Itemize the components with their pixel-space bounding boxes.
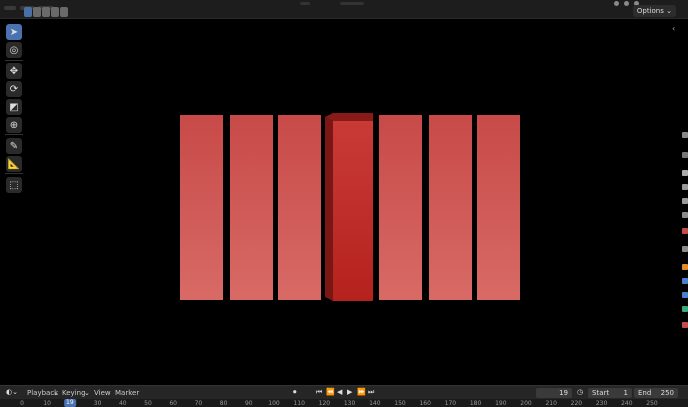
measure-tool[interactable]: 📐 [6, 156, 22, 172]
add-cube-tool[interactable]: ⬚ [6, 177, 22, 193]
start-label: Start [592, 389, 610, 397]
physics-tab-icon[interactable] [682, 306, 688, 312]
header-dropdown[interactable] [340, 2, 364, 5]
play-reverse-icon[interactable]: ◀ [337, 388, 342, 396]
chevron-down-icon: ⌄ [84, 389, 90, 397]
annotate-tool[interactable]: ✎ [6, 138, 22, 154]
select-mode-intersect-icon[interactable] [60, 7, 68, 17]
ruler-tick-label: 180 [469, 400, 482, 407]
select-mode-subtract-icon[interactable] [42, 7, 50, 17]
modifier-tab-icon[interactable] [682, 278, 688, 284]
scene-tab-icon[interactable] [682, 228, 688, 234]
header-dropdown[interactable] [300, 2, 310, 5]
bar-object-3[interactable] [278, 115, 321, 300]
ruler-tick-label: 40 [118, 400, 127, 407]
output-tab-icon[interactable] [682, 198, 688, 204]
ruler-tick-label: 10 [43, 400, 52, 407]
toolbar-separator [5, 134, 23, 135]
3d-viewport[interactable] [0, 18, 680, 385]
ruler-tick-label: 170 [444, 400, 457, 407]
shading-solid-icon[interactable] [614, 1, 619, 6]
keying-menu[interactable]: Keying [62, 389, 86, 397]
jump-to-start-icon[interactable]: ⏮ [316, 388, 322, 397]
timeline-header: ◐⌄ Playback ⌄ Keying ⌄ View Marker ⏺ ⏮ ⏪… [0, 385, 688, 400]
chevron-left-icon[interactable]: ‹ [672, 24, 675, 33]
ruler-tick-label: 160 [419, 400, 431, 407]
move-tool[interactable]: ✥ [6, 63, 22, 79]
bar-object-5[interactable] [379, 115, 422, 300]
material-tab-icon[interactable] [682, 322, 688, 328]
frame-ruler[interactable]: 0 10 19 30 40 50 60 70 80 90 100 110 120 130 140 150 160… [0, 399, 688, 407]
end-label: End [638, 389, 652, 397]
ruler-tick-label: 50 [144, 400, 152, 407]
ruler-tick-label: 230 [595, 400, 608, 407]
object-tab-icon[interactable] [682, 264, 688, 270]
record-icon[interactable]: ⏺ [293, 388, 297, 397]
ruler-tick-label: 100 [268, 400, 280, 407]
select-box-tool[interactable]: ➤ [6, 24, 22, 40]
ruler-tick-label: 250 [646, 400, 658, 407]
view-tab-icon[interactable] [682, 170, 688, 176]
bar-object-7[interactable] [477, 115, 520, 300]
ruler-tick-label: 120 [318, 400, 331, 407]
viewport-header: Options ⌄ [0, 0, 688, 19]
ruler-tick-label: 60 [169, 400, 178, 407]
start-frame-field[interactable]: Start 1 [588, 388, 632, 398]
render-tab-icon[interactable] [682, 184, 688, 190]
scale-tool[interactable]: ◩ [6, 99, 22, 115]
chevron-down-icon: ⌄ [53, 389, 59, 397]
world-tab-icon[interactable] [682, 246, 688, 252]
end-frame-field[interactable]: End 250 [634, 388, 678, 398]
ruler-tick-label: 90 [244, 400, 253, 407]
ruler-tick-label: 150 [394, 400, 406, 407]
bar-object-2[interactable] [230, 115, 273, 300]
shading-material-icon[interactable] [624, 1, 629, 6]
ruler-tick-label: 0 [20, 400, 24, 407]
ruler-tick-label: 190 [495, 400, 507, 407]
scene-canvas [180, 113, 520, 301]
bar-object-1[interactable] [180, 115, 223, 300]
end-value: 250 [660, 389, 674, 397]
ruler-tick-label: 80 [219, 400, 228, 407]
particles-tab-icon[interactable] [682, 292, 688, 298]
tool-tab-icon[interactable] [682, 152, 688, 158]
clock-icon[interactable]: ◷ [577, 388, 583, 396]
ruler-tick-label: 240 [621, 400, 633, 407]
ruler-tick-label: 30 [93, 400, 102, 407]
ruler-tick-label: 70 [194, 400, 203, 407]
options-label: Options [636, 7, 664, 15]
ruler-tick-label: 140 [369, 400, 381, 407]
chevron-down-icon: ⌄ [666, 7, 672, 15]
start-value: 1 [623, 389, 628, 397]
ruler-tick-label: 220 [570, 400, 583, 407]
item-tab-icon[interactable] [682, 132, 688, 138]
jump-to-keyframe-forward-icon[interactable]: ⏩ [357, 388, 366, 396]
current-frame-field[interactable]: 19 [536, 388, 572, 398]
jump-to-keyframe-back-icon[interactable]: ⏪ [326, 388, 335, 396]
play-icon[interactable]: ▶ [347, 388, 352, 396]
marker-menu[interactable]: Marker [115, 389, 139, 397]
view-layer-tab-icon[interactable] [682, 212, 688, 218]
ruler-tick-label: 110 [293, 400, 305, 407]
select-mode-invert-icon[interactable] [51, 7, 59, 17]
ruler-tick-label: 210 [545, 400, 557, 407]
header-menu-item[interactable] [4, 6, 16, 10]
bar-object-selected[interactable] [325, 113, 373, 301]
select-mode-new-icon[interactable] [24, 7, 32, 17]
toolbar-separator [5, 60, 23, 61]
options-dropdown[interactable]: Options ⌄ [632, 5, 676, 17]
ruler-tick-label: 200 [520, 400, 532, 407]
cursor-tool[interactable]: ◎ [6, 42, 22, 58]
ruler-tick-label: 130 [343, 400, 356, 407]
bar-object-6[interactable] [429, 115, 472, 300]
view-menu[interactable]: View [94, 389, 111, 397]
timeline-editor-type-icon[interactable]: ◐⌄ [6, 388, 18, 396]
jump-to-end-icon[interactable]: ⏭ [368, 388, 374, 397]
transform-tool[interactable]: ⊕ [6, 117, 22, 133]
select-mode-extend-icon[interactable] [33, 7, 41, 17]
current-frame-indicator[interactable]: 19 [64, 399, 76, 407]
rotate-tool[interactable]: ⟳ [6, 81, 22, 97]
toolbar-separator [5, 173, 23, 174]
